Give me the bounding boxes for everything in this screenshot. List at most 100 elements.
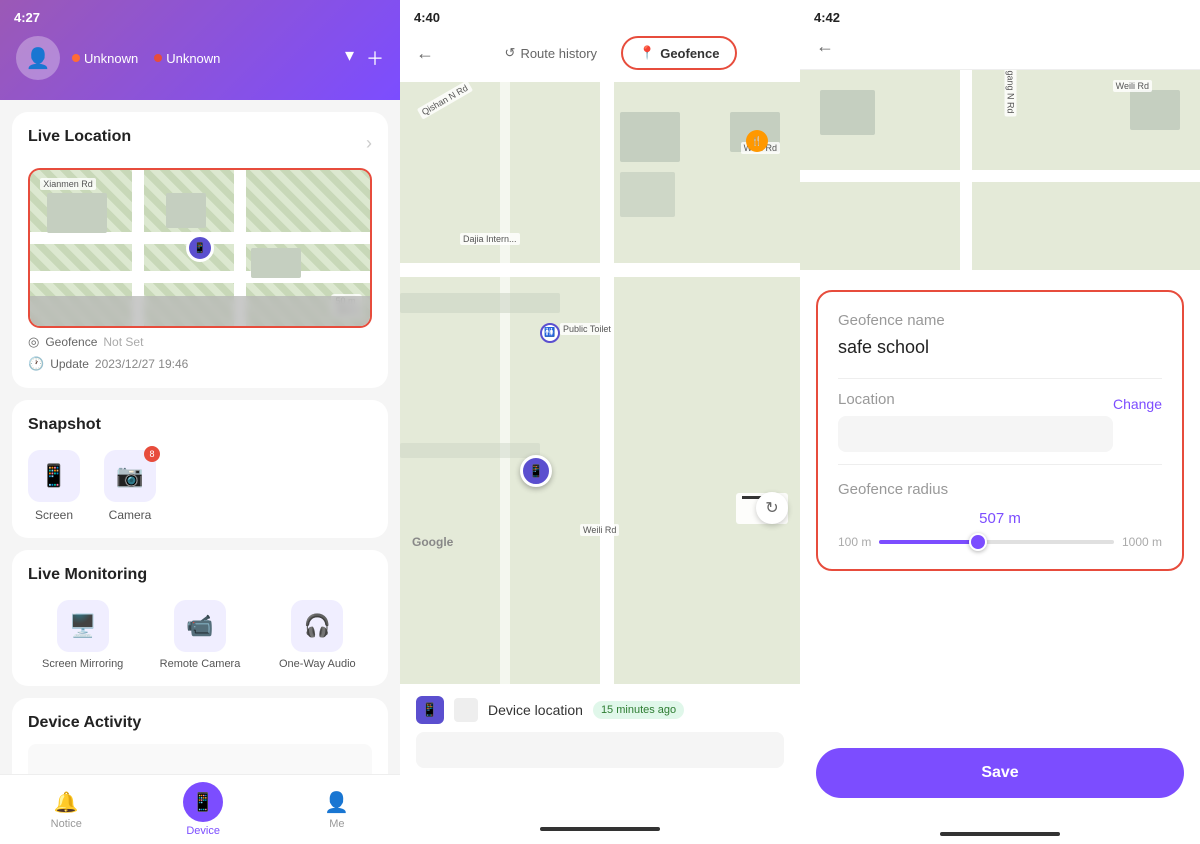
- nav-notice-label: Notice: [51, 818, 82, 830]
- home-indicator: [540, 827, 660, 831]
- geofence-label: Geofence: [45, 335, 97, 349]
- refresh-button[interactable]: ↻: [756, 492, 788, 524]
- tab-group: ↺ Route history 📍 Geofence: [442, 36, 784, 70]
- expand-icon[interactable]: ›: [366, 133, 372, 154]
- live-location-title: Live Location: [28, 128, 131, 146]
- radius-label: Geofence radius: [838, 481, 1162, 498]
- camera-label: Camera: [109, 508, 152, 522]
- slider-thumb[interactable]: [969, 533, 987, 551]
- geofence-info: ◎ Geofence Not Set: [28, 334, 372, 350]
- panel3-back-button[interactable]: ←: [816, 36, 834, 57]
- camera-icon-wrap: 📷 8: [104, 450, 156, 502]
- tab-route-history[interactable]: ↺ Route history: [489, 36, 614, 70]
- panel2-map[interactable]: Qishan N Rd Weili Rd Dajia Intern... 🚻 P…: [400, 82, 800, 684]
- camera-badge: 8: [144, 446, 160, 462]
- snapshot-grid: 📱 Screen 📷 8 Camera: [28, 446, 372, 522]
- gf-divider-1: [838, 378, 1162, 379]
- dot-orange: [72, 54, 80, 62]
- device-activity-content: [28, 744, 372, 774]
- toilet-label: Public Toilet: [560, 323, 614, 335]
- restaurant-pin: 🍴: [746, 130, 768, 152]
- google-logo: Google: [412, 535, 453, 549]
- location-value-bar: [838, 416, 1113, 452]
- one-way-audio[interactable]: 🎧 One-Way Audio: [263, 600, 372, 670]
- remote-camera[interactable]: 📹 Remote Camera: [145, 600, 254, 670]
- radius-value: 507 m: [838, 510, 1162, 527]
- route-history-label: Route history: [520, 46, 597, 61]
- location-value-row: [838, 416, 1162, 452]
- toilet-pin: 🚻: [540, 323, 560, 343]
- gf-divider-2: [838, 464, 1162, 465]
- geofence-panel: Geofence name safe school Location Chang…: [800, 270, 1200, 728]
- panel2-back-button[interactable]: ←: [416, 43, 434, 64]
- remote-camera-icon: 📹: [186, 613, 213, 639]
- device-activity-card: Device Activity: [12, 698, 388, 774]
- slider-fill: [879, 540, 978, 544]
- nav-notice[interactable]: 🔔 Notice: [51, 790, 82, 830]
- panel3-lang: Lingang N Rd: [1005, 70, 1017, 117]
- map-street-label: Xianmen Rd: [40, 178, 96, 190]
- location-label: Location: [838, 391, 895, 408]
- panel2-bottom: 📱 Device location 15 minutes ago: [400, 684, 800, 814]
- snapshot-screen[interactable]: 📱 Screen: [28, 450, 80, 522]
- clock-icon: 🕐: [28, 356, 44, 372]
- status-label-2: Unknown: [166, 51, 220, 66]
- one-way-audio-label: One-Way Audio: [279, 658, 356, 670]
- snapshot-title: Snapshot: [28, 416, 372, 434]
- live-location-card: Live Location › 📱 Xianmen Rd 50 m200 ft: [12, 112, 388, 388]
- radius-slider: 100 m 1000 m: [838, 535, 1162, 549]
- device-location-icon: 📱: [416, 696, 444, 724]
- nav-me[interactable]: 👤 Me: [324, 790, 349, 830]
- screen-mirroring-label: Screen Mirroring: [42, 658, 123, 670]
- panel3-home-indicator: [940, 832, 1060, 836]
- header-icons: ▾ ＋: [345, 45, 384, 71]
- radius-section: Geofence radius 507 m 100 m 1000 m: [838, 481, 1162, 549]
- time-ago-badge: 15 minutes ago: [593, 701, 684, 719]
- live-monitoring-title: Live Monitoring: [28, 566, 372, 584]
- map-blur-bar: [30, 296, 370, 326]
- snapshot-camera[interactable]: 📷 8 Camera: [104, 450, 156, 522]
- change-link[interactable]: Change: [1113, 396, 1162, 412]
- remote-camera-icon-wrap: 📹: [174, 600, 226, 652]
- dropdown-icon[interactable]: ▾: [345, 45, 354, 71]
- bottom-nav: 🔔 Notice 📱 Device 👤 Me: [0, 774, 400, 844]
- screen-label: Screen: [35, 508, 73, 522]
- panel1-time: 4:27: [14, 10, 40, 25]
- location-row: Location Change: [838, 391, 1162, 416]
- geofence-name-value: safe school: [838, 337, 1162, 358]
- snapshot-card: Snapshot 📱 Screen 📷 8 Camera: [12, 400, 388, 538]
- live-monitoring-card: Live Monitoring 🖥️ Screen Mirroring 📹 Re…: [12, 550, 388, 686]
- slider-track[interactable]: [879, 540, 1114, 544]
- geofence-tab-icon: 📍: [639, 45, 655, 61]
- screen-mirroring[interactable]: 🖥️ Screen Mirroring: [28, 600, 137, 670]
- camera-icon: 📷: [116, 463, 143, 489]
- panel-live-location: 4:27 👤 Unknown Unknown ▾ ＋ Live Location…: [0, 0, 400, 844]
- device-location-row: 📱 Device location 15 minutes ago: [416, 696, 784, 724]
- tab-geofence[interactable]: 📍 Geofence: [621, 36, 737, 70]
- nav-device[interactable]: 📱 Device: [183, 782, 223, 837]
- nav-me-label: Me: [329, 818, 344, 830]
- add-icon[interactable]: ＋: [366, 45, 384, 71]
- screen-icon-wrap: 📱: [28, 450, 80, 502]
- status-label-1: Unknown: [84, 51, 138, 66]
- nav-device-label: Device: [186, 825, 220, 837]
- screen-mirroring-icon-wrap: 🖥️: [57, 600, 109, 652]
- screen-icon: 📱: [40, 463, 67, 489]
- person-icon: 👤: [324, 790, 349, 815]
- device-pin: 📱: [186, 234, 214, 262]
- panel1-header: 4:27 👤 Unknown Unknown ▾ ＋: [0, 0, 400, 100]
- panel2-header: 4:40 ← ↺ Route history 📍 Geofence: [400, 0, 800, 82]
- slider-max-label: 1000 m: [1122, 535, 1162, 549]
- panel-add-geofence: 4:42 ← Weili Rd Lingang N Rd Geofence na…: [800, 0, 1200, 844]
- address-bar: [416, 732, 784, 768]
- dot-red: [154, 54, 162, 62]
- save-button[interactable]: Save: [816, 748, 1184, 798]
- panel3-nav-bar: [800, 814, 1200, 844]
- device-icon: 📱: [192, 792, 214, 813]
- panel3-header: 4:42 ←: [800, 0, 1200, 70]
- secondary-icon: [454, 698, 478, 722]
- live-location-map[interactable]: 📱 Xianmen Rd 50 m200 ft: [28, 168, 372, 328]
- device-location-label: Device location: [488, 702, 583, 718]
- device-marker: 📱: [520, 455, 552, 487]
- device-activity-title: Device Activity: [28, 714, 372, 732]
